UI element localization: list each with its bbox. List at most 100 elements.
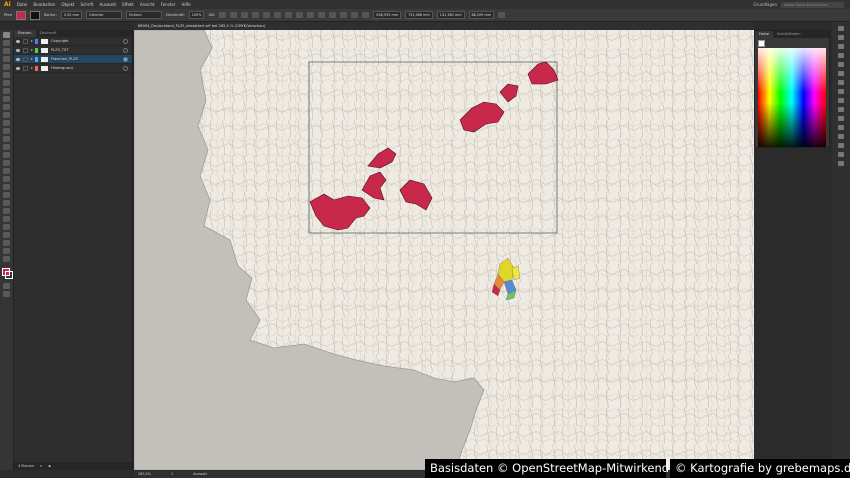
transform-panel-icon[interactable] [838,143,844,148]
menu-schrift[interactable]: Schrift [81,2,94,7]
stroke-panel-icon[interactable] [838,62,844,67]
fill-stroke-widget[interactable] [2,268,13,279]
x-position-field[interactable]: 636,555 mm [373,11,402,19]
column-graph-tool-icon[interactable] [3,224,10,230]
stroke-weight-field[interactable]: 0,05 mm [60,11,83,19]
menu-datei[interactable]: Datei [17,2,28,7]
panel-fill-chip[interactable] [758,40,765,47]
recolor-icon[interactable] [252,12,260,18]
magic-wand-tool-icon[interactable] [3,48,10,54]
zoom-level[interactable]: 285,5% [138,470,151,478]
y-position-field[interactable]: 731,466 mm [405,11,433,19]
layers-panel-icon[interactable] [838,107,844,112]
stroke-swatch[interactable] [29,10,40,20]
slice-tool-icon[interactable] [3,240,10,246]
visibility-eye-icon[interactable] [16,39,20,43]
align-bottom-icon[interactable] [351,12,359,18]
artboards-panel-icon[interactable] [838,116,844,121]
symbol-sprayer-tool-icon[interactable] [3,216,10,222]
map-artwork[interactable] [134,30,754,470]
lock-toggle-icon[interactable] [23,56,28,62]
tab-color-guide[interactable]: Farbleitfaden [773,31,805,38]
tab-color[interactable]: Farbe [755,31,773,38]
swatches-panel-icon[interactable] [838,35,844,40]
free-transform-tool-icon[interactable] [3,160,10,166]
layer-name[interactable]: PLZ5_TXT [51,48,69,52]
workspace-switcher[interactable]: Grundlagen [754,2,777,7]
expand-chevron-icon[interactable] [31,49,33,51]
eyedropper-tool-icon[interactable] [3,200,10,206]
expand-chevron-icon[interactable] [31,67,33,69]
arrange-icon[interactable] [274,12,282,18]
tab-layers[interactable]: Ebenen [14,30,36,37]
gradient-tool-icon[interactable] [3,192,10,198]
align-icon[interactable] [230,12,238,18]
expand-chevron-icon[interactable] [31,58,33,60]
transform-icon[interactable] [241,12,249,18]
opacity-field[interactable]: 100% [188,11,205,19]
panel-menu-icon[interactable] [498,12,506,18]
stroke-profile-select[interactable]: Gleichm. [86,11,123,19]
color-spectrum[interactable] [758,48,826,147]
rectangle-tool-icon[interactable] [3,96,10,102]
visibility-eye-icon[interactable] [16,57,20,61]
menu-hilfe[interactable]: Hilfe [181,2,190,7]
pen-tool-icon[interactable] [3,64,10,70]
lock-toggle-icon[interactable] [23,65,28,71]
expand-chevron-icon[interactable] [31,40,33,42]
paragraph-panel-icon[interactable] [838,161,844,166]
rotate-tool-icon[interactable] [3,136,10,142]
layer-name[interactable]: Hintergrund [51,66,73,70]
transparency-panel-icon[interactable] [838,80,844,85]
width-field[interactable]: 131,362 mm [436,11,465,19]
align-right-icon[interactable] [318,12,326,18]
menu-effekt[interactable]: Effekt [122,2,134,7]
brush-select[interactable]: Einfach [126,11,163,19]
menu-objekt[interactable]: Objekt [61,2,74,7]
align-middle-icon[interactable] [340,12,348,18]
mesh-tool-icon[interactable] [3,184,10,190]
layer-target-icon[interactable] [123,56,128,62]
blend-tool-icon[interactable] [3,208,10,214]
layer-row-copyright[interactable]: Copyright [14,37,132,46]
layer-target-icon[interactable] [123,38,128,44]
layer-row-plz5-txt[interactable]: PLZ5_TXT [14,46,132,55]
visibility-eye-icon[interactable] [16,48,20,52]
hand-tool-icon[interactable] [3,248,10,254]
lock-toggle-icon[interactable] [23,38,28,44]
eraser-tool-icon[interactable] [3,128,10,134]
color-panel-icon[interactable] [838,26,844,31]
line-tool-icon[interactable] [3,88,10,94]
fill-swatch[interactable] [15,10,26,20]
layer-name[interactable]: Flaechen_PLZ5 [51,57,78,61]
menu-fenster[interactable]: Fenster [161,2,176,7]
curvature-tool-icon[interactable] [3,72,10,78]
shape-builder-tool-icon[interactable] [3,168,10,174]
paintbrush-tool-icon[interactable] [3,104,10,110]
style-picker-icon[interactable] [219,12,227,18]
gradient-panel-icon[interactable] [838,71,844,76]
menu-ansicht[interactable]: Ansicht [140,2,155,7]
symbols-panel-icon[interactable] [838,53,844,58]
menu-auswahl[interactable]: Auswahl [99,2,116,7]
layer-target-icon[interactable] [123,65,128,71]
stroke-color-icon[interactable] [5,271,13,279]
pencil-tool-icon[interactable] [3,112,10,118]
type-tool-icon[interactable] [3,80,10,86]
character-panel-icon[interactable] [838,152,844,157]
align-top-icon[interactable] [329,12,337,18]
layer-row-hintergrund[interactable]: Hintergrund [14,64,132,73]
zoom-tool-icon[interactable] [3,256,10,262]
width-tool-icon[interactable] [3,152,10,158]
pathfinder-panel-icon[interactable] [838,134,844,139]
menu-bearbeiten[interactable]: Bearbeiten [33,2,55,7]
layer-target-icon[interactable] [123,47,128,53]
drawing-mode-icon[interactable] [3,283,10,289]
layer-row-flaechen-plz5[interactable]: Flaechen_PLZ5 [14,55,132,64]
document-tab[interactable]: 68094_Deutschland_PLZ5_ebstahlert.ai* be… [134,22,754,30]
distribute-icon[interactable] [285,12,293,18]
lock-toggle-icon[interactable] [23,47,28,53]
visibility-eye-icon[interactable] [16,66,20,70]
align-left-icon[interactable] [296,12,304,18]
artboard-number[interactable]: 1 [171,470,173,478]
